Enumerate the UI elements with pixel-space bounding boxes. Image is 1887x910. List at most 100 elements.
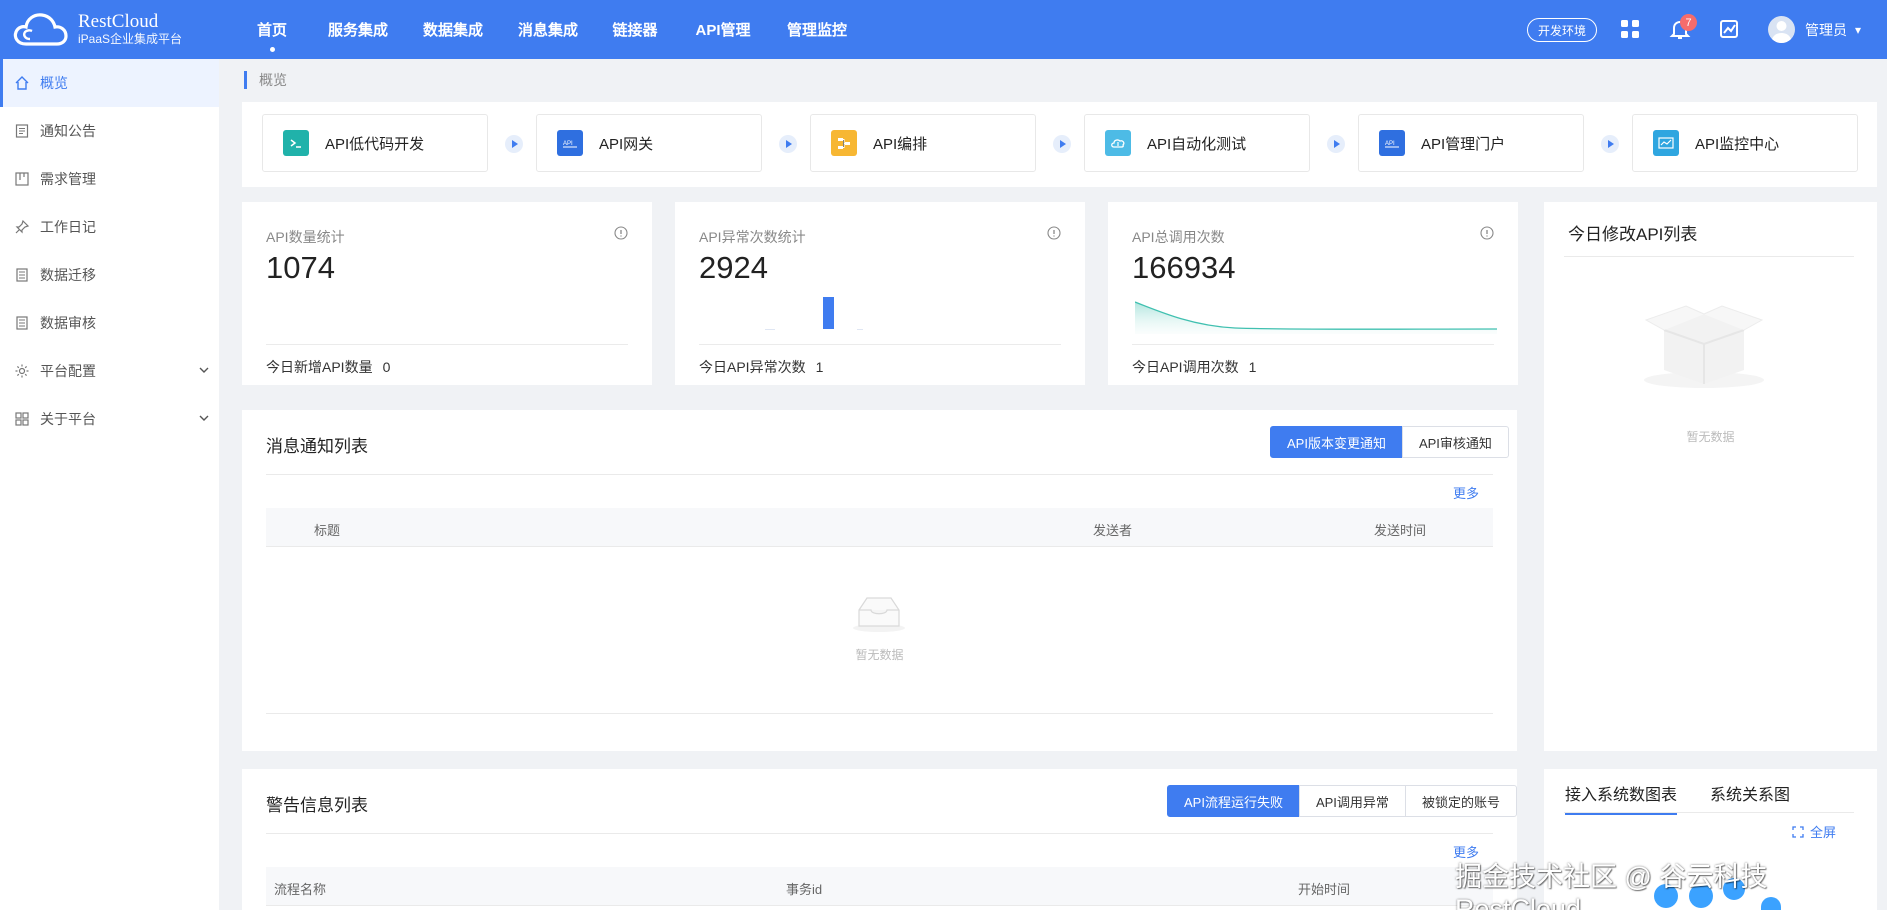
stat-foot-label: 今日API调用次数 [1132,359,1239,375]
flow-item-auto-test[interactable]: API自动化测试 [1084,114,1310,172]
stat-card-api-errors: API异常次数统计 2924 今日API异常次数 1 [675,202,1085,385]
flow-item-gateway[interactable]: API API网关 [536,114,762,172]
info-icon[interactable] [1047,226,1061,240]
arrow-right-icon [1327,135,1345,153]
tab-system-relation-chart[interactable]: 系统关系图 [1710,781,1790,805]
nav-message-integration[interactable]: 消息集成 [516,0,580,59]
flow-item-label: API管理门户 [1421,135,1506,153]
flow-item-monitor[interactable]: API监控中心 [1632,114,1858,172]
nav-label: 消息集成 [517,22,578,39]
terminal-icon [283,130,309,156]
nav-api-management[interactable]: API管理 [693,0,753,59]
tab-api-version-change[interactable]: API版本变更通知 [1270,426,1403,458]
tab-api-call-error[interactable]: API调用异常 [1298,785,1406,817]
column-header[interactable]: 事务id [786,879,822,898]
empty-text: 暂无数据 [1686,430,1735,444]
flow-item-low-code[interactable]: API低代码开发 [262,114,488,172]
column-header[interactable]: 标题 [314,520,340,539]
flow-item-orchestration[interactable]: API编排 [810,114,1036,172]
user-name: 管理员 [1805,21,1847,38]
svg-text:API: API [1385,141,1395,147]
fullscreen-button[interactable]: 全屏 [1792,822,1836,841]
alert-tab-group: API流程运行失败 API调用异常 被锁定的账号 [1167,785,1517,817]
pin-icon [15,219,30,234]
flow-item-label: API自动化测试 [1147,135,1247,153]
stat-foot-value: 1 [1248,359,1257,375]
monitor-icon [1653,130,1679,156]
sidebar-item-work-diary[interactable]: 工作日记 [0,203,219,251]
flow-item-label: API低代码开发 [325,135,425,153]
tab-locked-accounts[interactable]: 被锁定的账号 [1404,785,1517,817]
breadcrumb-marker [244,71,247,89]
divider [1564,812,1854,813]
nav-label: 服务集成 [327,22,388,39]
divider [699,344,1061,345]
divider [266,474,1493,475]
nav-label: 数据集成 [422,22,483,39]
more-link[interactable]: 更多 [1453,483,1479,502]
column-header[interactable]: 发送者 [1093,520,1132,539]
notification-badge: 7 [1680,14,1697,31]
nav-label: API管理 [695,22,751,39]
panel-title: 警告信息列表 [266,796,368,815]
divider [1564,256,1854,257]
stat-value: 166934 [1132,250,1236,285]
info-icon[interactable] [1480,226,1494,240]
column-header[interactable]: 发送时间 [1374,520,1426,539]
stat-value: 1074 [266,250,335,285]
sidebar-item-label: 通知公告 [40,123,96,139]
sidebar-item-label: 数据迁移 [40,267,96,283]
nav-label: 管理监控 [786,22,847,39]
stat-footer: 今日API异常次数 1 [699,357,823,377]
api-lifecycle-flow: API低代码开发 API API网关 API编排 API自动化测试 API AP… [242,102,1877,187]
tab-access-system-chart[interactable]: 接入系统数图表 [1565,781,1678,815]
api-portal-icon: API [1379,130,1405,156]
environment-button[interactable]: 开发环境 [1527,18,1598,42]
api-icon: API [557,130,583,156]
watermark: 掘金技术社区 @ 谷云科技RestCloud [1455,862,1768,910]
gear-icon [15,364,29,378]
user-menu[interactable]: 管理员 ▾ [1768,16,1861,43]
nav-management-monitor[interactable]: 管理监控 [785,0,849,59]
arrow-right-icon [779,135,797,153]
stat-card-api-count: API数量统计 1074 今日新增API数量 0 [242,202,652,385]
app-logo[interactable]: RestCloud iPaaS企业集成平台 [12,10,182,48]
panel-title: 消息通知列表 [266,437,368,456]
sidebar-item-label: 平台配置 [40,363,96,379]
divider [1132,344,1494,345]
active-indicator [269,47,275,52]
column-header[interactable]: 开始时间 [1298,879,1350,898]
chart-trend-icon[interactable] [1716,16,1742,42]
nav-home[interactable]: 首页 [256,0,288,59]
nav-connectors[interactable]: 链接器 [611,0,659,59]
sidebar-item-data-migration[interactable]: 数据迁移 [0,251,219,299]
top-navbar: RestCloud iPaaS企业集成平台 首页 服务集成 数据集成 消息集成 … [0,0,1887,59]
info-icon[interactable] [614,226,628,240]
column-header[interactable]: 流程名称 [274,879,326,898]
user-avatar-icon [1771,21,1792,43]
sidebar-item-notice[interactable]: 通知公告 [0,107,219,155]
flow-item-portal[interactable]: API API管理门户 [1358,114,1584,172]
nav-data-integration[interactable]: 数据集成 [421,0,485,59]
main-nav: 首页 服务集成 数据集成 消息集成 链接器 API管理 管理监控 [256,0,849,59]
flow-item-label: API网关 [599,135,654,153]
sidebar-item-data-audit[interactable]: 数据审核 [0,299,219,347]
tab-api-flow-failed[interactable]: API流程运行失败 [1167,785,1300,817]
chevron-down-icon: ▾ [1855,22,1862,37]
flow-item-label: API监控中心 [1695,135,1780,153]
sidebar-item-overview[interactable]: 概览 [0,59,219,107]
doc-icon [16,268,28,282]
apps-grid-icon[interactable] [1617,16,1643,42]
svg-text:API: API [563,141,573,147]
stat-footer: 今日API调用次数 1 [1132,357,1256,377]
sidebar-item-requirements[interactable]: 需求管理 [0,155,219,203]
stat-footer: 今日新增API数量 0 [266,357,390,377]
tab-api-review[interactable]: API审核通知 [1401,426,1509,458]
sidebar-item-label: 工作日记 [40,219,96,235]
sidebar-item-about[interactable]: 关于平台 [0,395,219,443]
stat-card-api-calls: API总调用次数 166934 今日API调用次数 1 [1108,202,1518,385]
alert-info-panel: 警告信息列表 API流程运行失败 API调用异常 被锁定的账号 更多 流程名称 … [242,769,1517,910]
nav-service-integration[interactable]: 服务集成 [326,0,390,59]
sidebar-item-label: 概览 [40,75,68,91]
sidebar-item-platform-config[interactable]: 平台配置 [0,347,219,395]
